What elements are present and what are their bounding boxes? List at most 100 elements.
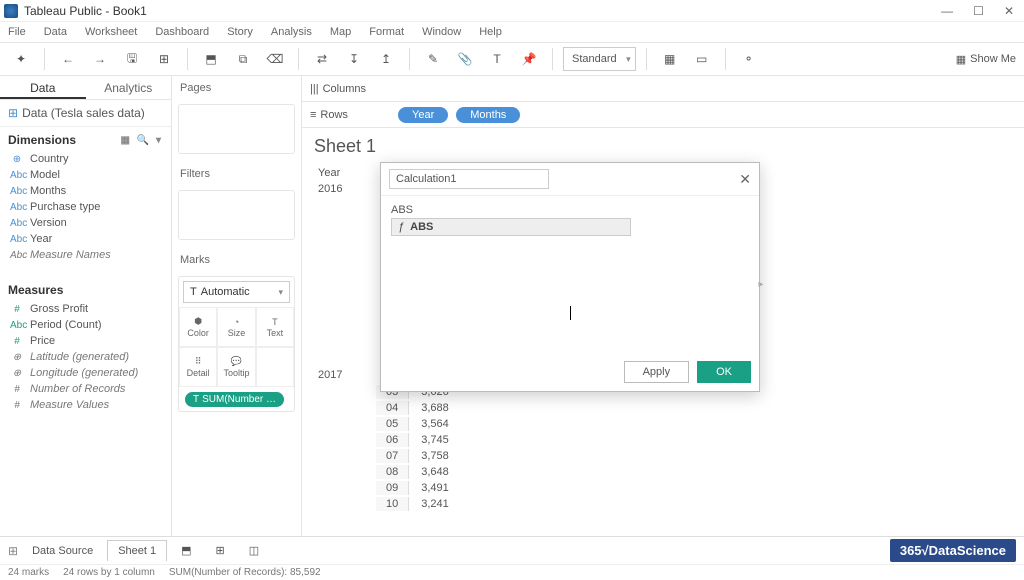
sort-asc-icon[interactable]: ↧ — [341, 47, 367, 71]
measure-field[interactable]: #Price — [0, 333, 171, 349]
measure-field[interactable]: AbcPeriod (Count) — [0, 317, 171, 333]
columns-icon: ||| — [310, 83, 319, 95]
tooltip-icon: 💬 — [231, 356, 242, 367]
worksheet-area: |||Columns ≡Rows Year Months Sheet 1 Yea… — [302, 76, 1024, 536]
maximize-icon[interactable]: ☐ — [973, 4, 984, 18]
duplicate-icon[interactable]: ⧉ — [230, 47, 256, 71]
measure-field[interactable]: ⊕Latitude (generated) — [0, 349, 171, 365]
datasource-tab-icon[interactable]: ⊞ — [8, 544, 18, 558]
pages-shelf[interactable] — [178, 104, 295, 154]
highlight-icon[interactable]: ✎ — [420, 47, 446, 71]
text-mark-icon: T — [193, 394, 199, 405]
marks-size[interactable]: ◔Size — [217, 307, 255, 347]
row-pill-year[interactable]: Year — [398, 107, 448, 123]
tab-data-source[interactable]: Data Source — [22, 541, 103, 561]
field-type-icon: ⊕ — [10, 368, 24, 379]
dialog-close-icon[interactable]: ✕ — [739, 171, 751, 188]
menu-format[interactable]: Format — [369, 26, 404, 38]
table-row[interactable]: 063,745 — [376, 433, 459, 447]
row-pill-months[interactable]: Months — [456, 107, 520, 123]
new-story-icon[interactable]: ◫ — [239, 540, 269, 561]
marks-detail[interactable]: ⠿Detail — [179, 347, 217, 387]
dialog-expand-icon[interactable]: ▸ — [757, 277, 765, 291]
swap-icon[interactable]: ⇄ — [309, 47, 335, 71]
filters-shelf[interactable] — [178, 190, 295, 240]
calc-name-input[interactable] — [389, 169, 549, 189]
marks-card: TAutomatic ⬢Color ◔Size TText ⠿Detail 💬T… — [178, 276, 295, 412]
clear-icon[interactable]: ⌫ — [262, 47, 288, 71]
table-row[interactable]: 043,688 — [376, 401, 459, 415]
color-icon: ⬢ — [194, 316, 202, 327]
menu-file[interactable]: File — [8, 26, 26, 38]
table-row[interactable]: 093,491 — [376, 481, 459, 495]
dimension-field[interactable]: AbcMonths — [0, 183, 171, 199]
menu-analysis[interactable]: Analysis — [271, 26, 312, 38]
menu-data[interactable]: Data — [44, 26, 67, 38]
dimension-field[interactable]: AbcModel — [0, 167, 171, 183]
ok-button[interactable]: OK — [697, 361, 751, 383]
labels-icon[interactable]: T — [484, 47, 510, 71]
table-row[interactable]: 073,758 — [376, 449, 459, 463]
apply-button[interactable]: Apply — [624, 361, 690, 383]
menu-window[interactable]: Window — [422, 26, 461, 38]
field-type-icon: Abc — [10, 234, 24, 245]
pages-label: Pages — [172, 76, 301, 100]
presentation-icon[interactable]: ▭ — [689, 47, 715, 71]
marks-type-dropdown[interactable]: TAutomatic — [183, 281, 290, 303]
calc-formula-editor[interactable]: ABS ƒABS — [381, 196, 759, 353]
back-icon[interactable]: ← — [55, 47, 81, 71]
table-row[interactable]: 053,564 — [376, 417, 459, 431]
sort-desc-icon[interactable]: ↥ — [373, 47, 399, 71]
table-row[interactable]: 083,648 — [376, 465, 459, 479]
calculated-field-dialog: ✕ ABS ƒABS ▸ Apply OK — [380, 162, 760, 392]
pin-icon[interactable]: 📌 — [516, 47, 542, 71]
minimize-icon[interactable]: — — [941, 4, 953, 18]
marks-tooltip[interactable]: 💬Tooltip — [217, 347, 255, 387]
new-datasource-icon[interactable]: ⊞ — [151, 47, 177, 71]
measure-field[interactable]: ⊕Longitude (generated) — [0, 365, 171, 381]
new-sheet-icon[interactable]: ⬒ — [198, 47, 224, 71]
data-source-row[interactable]: ⊞ Data (Tesla sales data) — [0, 100, 171, 127]
save-icon[interactable]: 🖫 — [119, 47, 145, 71]
show-me-button[interactable]: ▦ Show Me — [956, 53, 1016, 66]
menu-help[interactable]: Help — [479, 26, 502, 38]
fit-dropdown[interactable]: Standard — [563, 47, 636, 71]
measure-field[interactable]: #Gross Profit — [0, 301, 171, 317]
marks-text[interactable]: TText — [256, 307, 294, 347]
table-row[interactable]: 103,241 — [376, 497, 459, 511]
dimension-field[interactable]: AbcVersion — [0, 215, 171, 231]
dimension-field[interactable]: ⊕Country — [0, 151, 171, 167]
menu-dashboard[interactable]: Dashboard — [155, 26, 209, 38]
field-type-icon: Abc — [10, 218, 24, 229]
forward-icon[interactable]: → — [87, 47, 113, 71]
group-icon[interactable]: 📎 — [452, 47, 478, 71]
menu-map[interactable]: Map — [330, 26, 351, 38]
menu-worksheet[interactable]: Worksheet — [85, 26, 137, 38]
detail-icon: ⠿ — [195, 356, 202, 367]
marks-pill-sum[interactable]: TSUM(Number … — [185, 392, 284, 407]
dimension-field[interactable]: AbcYear — [0, 231, 171, 247]
tab-sheet1[interactable]: Sheet 1 — [107, 540, 167, 561]
field-type-icon: # — [10, 336, 24, 347]
tab-data[interactable]: Data — [0, 76, 86, 99]
close-icon[interactable]: ✕ — [1004, 4, 1014, 18]
view-icon[interactable]: ▦ — [121, 135, 132, 146]
view-cards-icon[interactable]: ▦ — [657, 47, 683, 71]
menu-story[interactable]: Story — [227, 26, 253, 38]
datasource-icon: ⊞ — [8, 106, 18, 120]
measure-field[interactable]: #Measure Values — [0, 397, 171, 413]
dimension-field[interactable]: AbcPurchase type — [0, 199, 171, 215]
tab-analytics[interactable]: Analytics — [86, 76, 172, 99]
measure-field[interactable]: #Number of Records — [0, 381, 171, 397]
autocomplete-item-abs[interactable]: ƒABS — [391, 218, 631, 236]
tableau-icon[interactable]: ✦ — [8, 47, 34, 71]
menu-caret-icon[interactable]: ▾ — [156, 135, 163, 146]
new-dashboard-icon[interactable]: ⊞ — [206, 540, 235, 561]
new-worksheet-icon[interactable]: ⬒ — [171, 540, 201, 561]
status-sum: SUM(Number of Records): 85,592 — [169, 567, 321, 578]
marks-color[interactable]: ⬢Color — [179, 307, 217, 347]
dimension-field[interactable]: AbcMeasure Names — [0, 247, 171, 263]
share-icon[interactable]: ⚬ — [736, 47, 762, 71]
search-icon[interactable]: 🔍 — [137, 135, 151, 146]
sheet-title[interactable]: Sheet 1 — [314, 136, 1012, 157]
